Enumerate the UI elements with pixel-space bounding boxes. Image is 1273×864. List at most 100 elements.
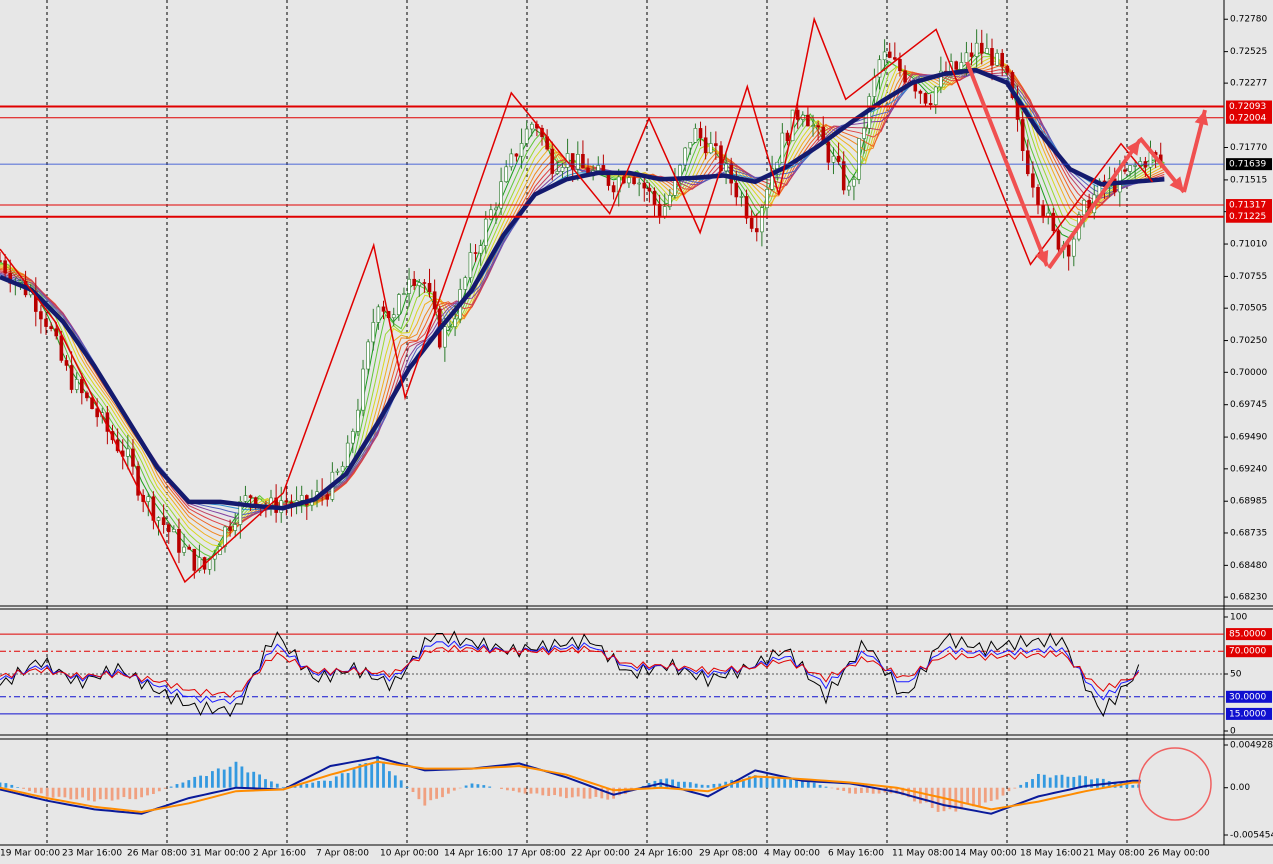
macd-histogram-bar xyxy=(146,787,149,796)
time-axis-label: 22 Apr 00:00 xyxy=(571,849,630,859)
macd-histogram-bar xyxy=(482,785,486,788)
candle-body xyxy=(974,42,979,57)
price-tick-label: 0.68735 xyxy=(1230,528,1267,538)
macd-histogram-bar xyxy=(110,787,114,801)
candle-body xyxy=(529,123,534,130)
time-axis-label: 21 May 08:00 xyxy=(1083,849,1145,859)
macd-histogram-bar xyxy=(116,787,120,800)
macd-histogram-bar xyxy=(441,787,444,798)
macd-histogram-bar xyxy=(694,783,698,788)
candle-body xyxy=(54,328,59,337)
macd-histogram-bar xyxy=(163,787,167,789)
candle-body xyxy=(576,154,580,170)
macd-histogram-bar xyxy=(63,787,67,798)
macd-histogram-bar xyxy=(423,787,427,806)
candle-body xyxy=(652,190,657,205)
time-axis-label: 6 May 16:00 xyxy=(828,849,884,859)
macd-histogram-bar xyxy=(848,787,851,794)
price-tick-label: 0.70755 xyxy=(1230,272,1267,282)
candle-body xyxy=(0,260,2,262)
macd-histogram-bar xyxy=(39,787,43,794)
candle-body xyxy=(166,524,171,533)
macd-histogram-bar xyxy=(978,787,981,807)
macd-histogram-bar xyxy=(464,785,468,788)
candle-body xyxy=(826,141,831,163)
candle-body xyxy=(172,529,176,533)
macd-histogram-bar xyxy=(417,787,421,800)
candle-body xyxy=(985,48,989,54)
candle-body xyxy=(182,546,186,553)
candle-body xyxy=(729,163,734,184)
macd-histogram-bar xyxy=(712,783,716,788)
macd-histogram-bar xyxy=(376,755,379,788)
osc-level-label: 70.0000 xyxy=(1229,647,1266,657)
candle-body xyxy=(325,494,330,500)
macd-histogram-bar xyxy=(69,787,73,800)
candle-body xyxy=(760,207,764,233)
macd-histogram-bar xyxy=(1037,773,1040,788)
candle-body xyxy=(381,306,386,312)
macd-histogram-bar xyxy=(1096,778,1099,788)
candle-body xyxy=(1128,165,1132,172)
macd-histogram-bar xyxy=(81,787,84,798)
candle-body xyxy=(187,546,191,550)
macd-histogram-bar xyxy=(104,787,108,800)
candle-body xyxy=(59,335,64,361)
candle-body xyxy=(402,293,406,295)
candle-body xyxy=(954,61,958,70)
candle-body xyxy=(494,207,498,211)
macd-histogram-bar xyxy=(57,787,61,797)
price-tick-label: 0.69490 xyxy=(1230,433,1267,443)
time-axis-label: 14 May 00:00 xyxy=(955,849,1017,859)
candle-body xyxy=(366,341,370,370)
price-tick-label: 0.69745 xyxy=(1230,400,1267,410)
macd-histogram-bar xyxy=(995,787,999,800)
time-axis-label: 4 May 00:00 xyxy=(764,849,820,859)
macd-histogram-bar xyxy=(966,787,969,804)
macd-histogram-bar xyxy=(234,761,238,788)
candle-body xyxy=(49,326,53,329)
macd-histogram-bar xyxy=(541,787,545,796)
macd-histogram-bar xyxy=(252,771,256,788)
macd-histogram-bar xyxy=(523,787,527,794)
macd-histogram-bar xyxy=(323,780,326,788)
macd-histogram-bar xyxy=(765,776,769,788)
macd-histogram-bar xyxy=(134,787,138,800)
macd-histogram-bar xyxy=(842,787,846,792)
macd-histogram-bar xyxy=(75,787,79,800)
candle-body xyxy=(744,196,749,219)
macd-histogram-bar xyxy=(535,787,539,794)
candle-body xyxy=(177,529,181,553)
candle-body xyxy=(724,163,728,172)
macd-histogram-bar xyxy=(211,771,214,788)
time-axis-label: 17 Apr 08:00 xyxy=(507,849,566,859)
macd-histogram-bar xyxy=(352,769,356,788)
price-tick-label: 0.68985 xyxy=(1230,497,1267,507)
macd-histogram-bar xyxy=(199,775,202,788)
candle-body xyxy=(857,138,861,180)
macd-histogram-bar xyxy=(1090,779,1093,788)
candle-body xyxy=(519,143,524,157)
candle-body xyxy=(1020,119,1025,152)
macd-histogram-bar xyxy=(364,762,368,788)
osc-level-label: 30.0000 xyxy=(1229,692,1266,702)
candle-body xyxy=(1005,65,1010,73)
macd-histogram-bar xyxy=(860,787,863,794)
macd-histogram-bar xyxy=(824,786,828,788)
macd-histogram-bar xyxy=(930,787,934,808)
candle-body xyxy=(754,228,759,233)
candle-body xyxy=(995,52,999,66)
macd-histogram-bar xyxy=(1054,775,1058,788)
candle-body xyxy=(852,178,856,187)
candle-body xyxy=(356,409,360,432)
macd-histogram-bar xyxy=(1072,776,1076,788)
candle-body xyxy=(478,245,483,254)
candle-body xyxy=(69,365,74,390)
macd-histogram-bar xyxy=(1048,777,1052,788)
candle-body xyxy=(407,278,411,294)
price-tick-label: 0.69240 xyxy=(1230,464,1267,474)
macd-histogram-bar xyxy=(488,786,492,788)
chart-svg: 0.72780 0.72525 0.72277 0.71770 0.71515 0.712… xyxy=(0,0,1273,860)
price-tick-label: 0.72525 xyxy=(1230,47,1267,57)
macd-histogram-bar xyxy=(582,787,586,799)
